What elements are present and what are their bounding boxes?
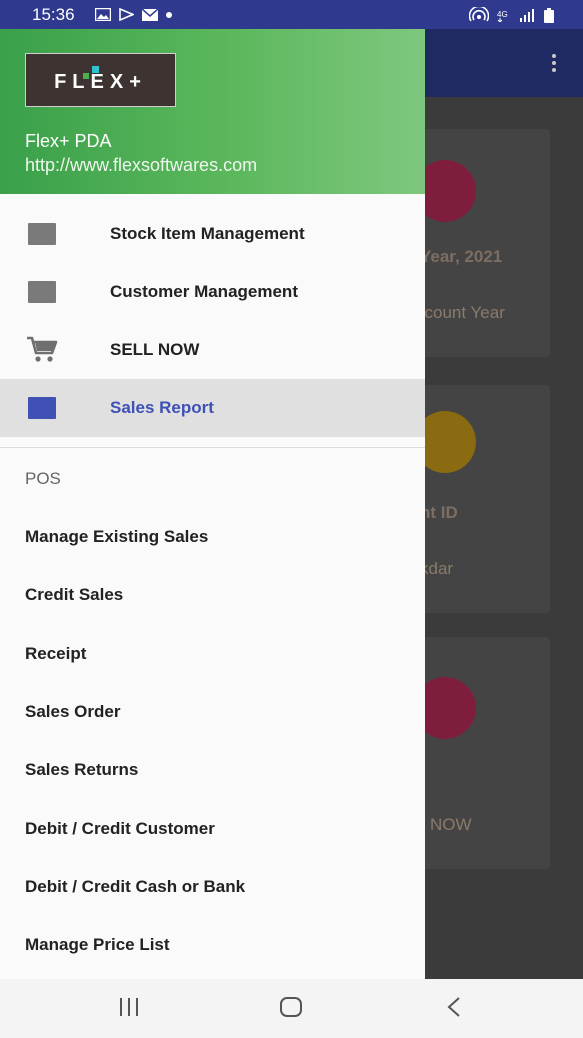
bg-card-1-sub: ccount Year xyxy=(416,303,505,322)
drawer-header: FLEX+ Flex+ PDA http://www.flexsoftwares… xyxy=(0,29,425,194)
signal-icon xyxy=(520,9,534,22)
nav-item-customer-management[interactable]: Customer Management xyxy=(0,263,425,321)
svg-text:4G: 4G xyxy=(497,10,508,19)
nav-item-sell-now[interactable]: SELL NOW xyxy=(0,321,425,379)
nav-item-label: Customer Management xyxy=(110,282,298,301)
pos-item-debit-credit-customer[interactable]: Debit / Credit Customer xyxy=(25,819,215,839)
bg-card-1-title: Year, 2021 xyxy=(420,247,503,266)
nav-item-label: Sales Report xyxy=(110,398,214,417)
play-store-icon xyxy=(119,8,134,21)
data-icon: 4G xyxy=(497,10,508,22)
app-name: Flex+ PDA xyxy=(25,131,112,151)
section-title-pos: POS xyxy=(25,469,61,488)
background-card-3: NOW xyxy=(414,637,550,869)
nav-item-label: SELL NOW xyxy=(110,340,200,359)
bg-card-2-title: nt ID xyxy=(420,503,458,522)
background-card-2: nt ID kdar xyxy=(414,385,550,613)
flex-logo: FLEX+ xyxy=(25,53,176,107)
pos-item-sales-order[interactable]: Sales Order xyxy=(25,702,120,722)
logo-text: FLEX+ xyxy=(54,71,147,93)
navigation-drawer: FLEX+ Flex+ PDA http://www.flexsoftwares… xyxy=(0,29,425,979)
pos-item-debit-credit-cash-or-bank[interactable]: Debit / Credit Cash or Bank xyxy=(25,877,245,897)
bg-card-3-label: NOW xyxy=(430,815,472,834)
nav-item-label: Stock Item Management xyxy=(110,224,305,243)
system-nav-bar xyxy=(0,979,583,1038)
app-url[interactable]: http://www.flexsoftwares.com xyxy=(25,155,257,176)
battery-icon xyxy=(544,7,554,23)
dot-icon xyxy=(166,11,172,18)
report-icon xyxy=(28,397,56,419)
pos-item-manage-price-list[interactable]: Manage Price List xyxy=(25,935,170,955)
status-bar: 15:36 4G xyxy=(0,0,583,29)
stock-icon xyxy=(28,223,56,245)
home-icon[interactable] xyxy=(280,997,302,1017)
customer-icon xyxy=(28,281,56,303)
overflow-menu-icon[interactable] xyxy=(551,51,557,75)
mail-icon xyxy=(142,8,158,21)
gallery-icon xyxy=(95,8,111,21)
pos-item-manage-existing-sales[interactable]: Manage Existing Sales xyxy=(25,527,208,547)
pos-item-receipt[interactable]: Receipt xyxy=(25,644,86,664)
status-time: 15:36 xyxy=(32,5,75,24)
pos-item-credit-sales[interactable]: Credit Sales xyxy=(25,585,123,605)
background-card-1: Year, 2021 ccount Year xyxy=(414,129,550,357)
pos-item-sales-returns[interactable]: Sales Returns xyxy=(25,760,138,780)
hotspot-icon xyxy=(469,7,489,22)
recent-apps-icon[interactable] xyxy=(118,998,140,1016)
nav-item-sales-report[interactable]: Sales Report xyxy=(0,379,425,437)
back-icon[interactable] xyxy=(446,996,462,1018)
drawer-divider xyxy=(0,447,425,448)
nav-item-stock-item-management[interactable]: Stock Item Management xyxy=(0,205,425,263)
cart-icon xyxy=(27,336,58,362)
